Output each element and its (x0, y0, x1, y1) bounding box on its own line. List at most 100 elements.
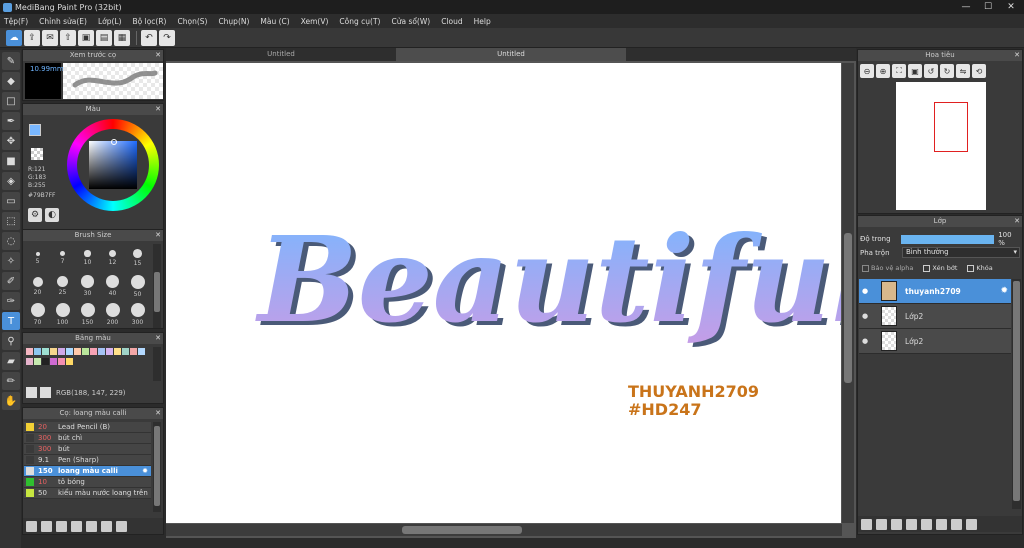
brush-list-item[interactable]: 300 bút (24, 444, 151, 455)
opacity-slider[interactable] (901, 234, 995, 244)
comment-icon[interactable]: ✉ (42, 29, 58, 46)
flip-icon[interactable]: ⇋ (956, 64, 970, 78)
color-history-icon[interactable]: ◐ (45, 208, 59, 222)
brush-size-option[interactable]: 12 (100, 244, 125, 272)
visibility-eye-icon[interactable]: ● (859, 312, 871, 320)
merge-layer-icon[interactable] (951, 518, 962, 530)
menu-filter[interactable]: Bộ lọc(R) (133, 17, 167, 26)
reset-view-icon[interactable]: ⟲ (972, 64, 986, 78)
gradient-tool-icon[interactable]: ▭ (2, 192, 20, 210)
brush-cloud-icon[interactable] (26, 520, 37, 532)
delete-brush-icon[interactable] (116, 520, 127, 532)
text-tool-icon[interactable]: T (2, 312, 20, 330)
palette-swatch[interactable] (98, 348, 105, 355)
layer-row[interactable]: ● Lớp2 (859, 304, 1011, 329)
layer-row[interactable]: ● Lớp2 (859, 329, 1011, 354)
menu-color[interactable]: Màu (C) (260, 17, 289, 26)
menu-edit[interactable]: Chỉnh sửa(E) (39, 17, 87, 26)
eyedropper-tool-icon[interactable]: ✏ (2, 372, 20, 390)
new-halftone-layer-icon[interactable] (876, 518, 887, 530)
scrollbar-thumb[interactable] (154, 426, 160, 506)
scrollbar-thumb[interactable] (1013, 281, 1020, 501)
zoom-out-icon[interactable]: ⊖ (860, 64, 874, 78)
palette-swatch[interactable] (130, 348, 137, 355)
panel-close-icon[interactable]: ✕ (155, 230, 161, 241)
bucket-tool-icon[interactable]: ◈ (2, 172, 20, 190)
panel-close-icon[interactable]: ✕ (155, 408, 161, 419)
palette-swatch[interactable] (90, 348, 97, 355)
minimize-button[interactable]: — (955, 0, 977, 14)
grid-icon[interactable]: ▦ (114, 29, 130, 46)
clipping-checkbox[interactable] (923, 264, 931, 272)
lasso-tool-icon[interactable]: ◌ (2, 232, 20, 250)
menu-snap[interactable]: Chụp(N) (218, 17, 249, 26)
palette-swatch[interactable] (82, 348, 89, 355)
brush-list-item[interactable]: 10 tô bóng (24, 477, 151, 488)
palette-swatch[interactable] (42, 348, 49, 355)
brush-tool-icon[interactable]: ✎ (2, 52, 20, 70)
select-eraser-tool-icon[interactable]: ✑ (2, 292, 20, 310)
select-pen-tool-icon[interactable]: ✐ (2, 272, 20, 290)
palette-scrollbar[interactable] (153, 347, 161, 381)
canvas-horizontal-scrollbar[interactable] (166, 524, 842, 536)
fill-rect-tool-icon[interactable]: ■ (2, 152, 20, 170)
rotate-right-icon[interactable]: ↻ (940, 64, 954, 78)
undo-icon[interactable]: ↶ (141, 29, 157, 46)
menu-tools[interactable]: Công cụ(T) (339, 17, 380, 26)
actual-size-icon[interactable]: ▣ (908, 64, 922, 78)
panel-close-icon[interactable]: ✕ (155, 50, 161, 61)
select-tool-icon[interactable]: ⬚ (2, 212, 20, 230)
drawing-canvas[interactable]: Beautiful Beautiful THUYANH2709 #HD247 (166, 63, 881, 523)
brush-size-option[interactable]: 30 (75, 272, 100, 300)
palette-swatch[interactable] (114, 348, 121, 355)
palette-swatch[interactable] (66, 358, 73, 365)
brush-settings-icon[interactable] (71, 520, 82, 532)
maximize-button[interactable]: ☐ (977, 0, 999, 14)
brush-list-item[interactable]: 20 Lead Pencil (B) (24, 422, 151, 433)
menu-view[interactable]: Xem(V) (301, 17, 329, 26)
brush-size-option[interactable]: 5 (25, 244, 50, 272)
brush-size-option[interactable]: 15 (125, 244, 150, 272)
zoom-in-icon[interactable]: ⊕ (876, 64, 890, 78)
redo-icon[interactable]: ↷ (159, 29, 175, 46)
panel-close-icon[interactable]: ✕ (1014, 50, 1020, 61)
brush-copy-icon[interactable] (101, 520, 112, 532)
layer-row[interactable]: ● thuyanh2709 ✹ (859, 279, 1011, 304)
scrollbar-thumb[interactable] (402, 526, 522, 534)
menu-file[interactable]: Tệp(F) (4, 17, 28, 26)
scrollbar-thumb[interactable] (154, 272, 160, 312)
layer-settings-gear-icon[interactable]: ✹ (1000, 286, 1008, 296)
hand-tool-icon[interactable]: ✋ (2, 392, 20, 410)
tab-untitled-1[interactable]: Untitled (166, 48, 396, 61)
brush-list-item[interactable]: 9.1 Pen (Sharp) (24, 455, 151, 466)
saturation-value-square[interactable] (89, 141, 137, 189)
color-wheel[interactable] (67, 119, 159, 211)
cloud-icon[interactable]: ☁ (6, 29, 22, 46)
add-swatch-icon[interactable] (26, 387, 37, 398)
palette-swatch[interactable] (138, 348, 145, 355)
fit-window-icon[interactable]: ⛶ (892, 64, 906, 78)
close-button[interactable]: ✕ (1000, 0, 1022, 14)
brush-list-item[interactable]: 50 kiểu màu nước loang trên (24, 488, 151, 499)
palette-swatch[interactable] (34, 348, 41, 355)
transparent-color-swatch[interactable] (31, 148, 43, 160)
delete-swatch-icon[interactable] (40, 387, 51, 398)
panel-close-icon[interactable]: ✕ (155, 333, 161, 344)
brush-size-option[interactable]: 150 (75, 300, 100, 328)
menu-select[interactable]: Chọn(S) (177, 17, 207, 26)
duplicate-layer-icon[interactable] (936, 518, 947, 530)
palette-swatch[interactable] (74, 348, 81, 355)
brush-size-option[interactable]: 200 (100, 300, 125, 328)
visibility-eye-icon[interactable]: ● (859, 337, 871, 345)
palette-swatch[interactable] (26, 358, 33, 365)
save-icon[interactable]: ▣ (78, 29, 94, 46)
new-layer-icon[interactable] (861, 518, 872, 530)
export-icon[interactable]: ⇧ (60, 29, 76, 46)
layer-list-scrollbar[interactable] (1012, 279, 1021, 509)
magic-wand-tool-icon[interactable]: ✧ (2, 252, 20, 270)
rotate-left-icon[interactable]: ↺ (924, 64, 938, 78)
layer-type-dropdown-icon[interactable] (906, 518, 917, 530)
operation-tool-icon[interactable]: ⚲ (2, 332, 20, 350)
eraser-tool-icon[interactable]: ◆ (2, 72, 20, 90)
brush-size-option[interactable]: 7 (50, 244, 75, 272)
